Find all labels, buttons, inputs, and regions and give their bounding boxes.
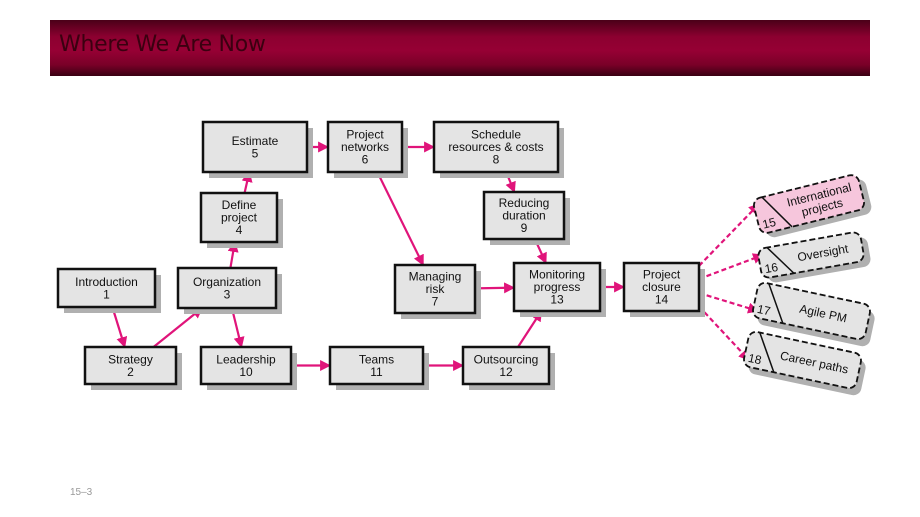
node-box-1: Introduction1	[56, 267, 161, 313]
node-box-9: Reducingduration9	[482, 190, 570, 245]
node-box-13: Monitoringprogress13	[512, 261, 606, 317]
dashed-arrow-14-to-16	[698, 253, 765, 281]
node-label: 12	[499, 365, 513, 379]
node-label: 7	[432, 295, 439, 309]
node-label: 1	[103, 287, 110, 301]
node-label: 13	[550, 293, 564, 307]
node-label: 10	[239, 365, 253, 379]
node-label: 6	[362, 153, 369, 167]
node-box-10: Leadership10	[199, 345, 297, 390]
node-box-8: Scheduleresources & costs8	[432, 120, 564, 178]
optional-node-15: 15Internationalprojects	[753, 174, 872, 238]
node-box-7: Managingrisk7	[393, 263, 481, 319]
node-box-11: Teams11	[328, 345, 429, 390]
node-box-12: Outsourcing12	[461, 345, 555, 390]
node-label: 9	[521, 221, 528, 235]
arrow-6-to-7	[376, 171, 425, 266]
optional-node-number: 16	[764, 260, 780, 276]
dashed-arrow-14-to-15	[698, 203, 760, 267]
dashed-arrow-14-to-18	[698, 305, 750, 361]
node-label: 8	[493, 153, 500, 167]
slide-number: 15–3	[70, 487, 93, 498]
node-box-14: Projectclosure14	[622, 261, 705, 317]
node-label: 4	[236, 223, 243, 237]
project-flow-diagram: Introduction1 Strategy2 Organization3 Defin…	[56, 120, 875, 396]
dashed-arrow-14-to-17	[698, 291, 760, 314]
node-box-6: Projectnetworks6	[326, 120, 408, 178]
node-label: 5	[252, 146, 259, 160]
optional-node-16: 16Oversight	[757, 231, 871, 283]
node-box-2: Strategy2	[83, 345, 182, 390]
node-box-4: Defineproject4	[199, 191, 283, 248]
node-box-3: Organization3	[176, 266, 282, 314]
node-label: 11	[370, 365, 383, 379]
node-label: 14	[655, 293, 669, 307]
node-box-5: Estimate5	[201, 120, 313, 178]
node-label: 2	[127, 365, 134, 379]
node-label: 3	[224, 287, 231, 301]
